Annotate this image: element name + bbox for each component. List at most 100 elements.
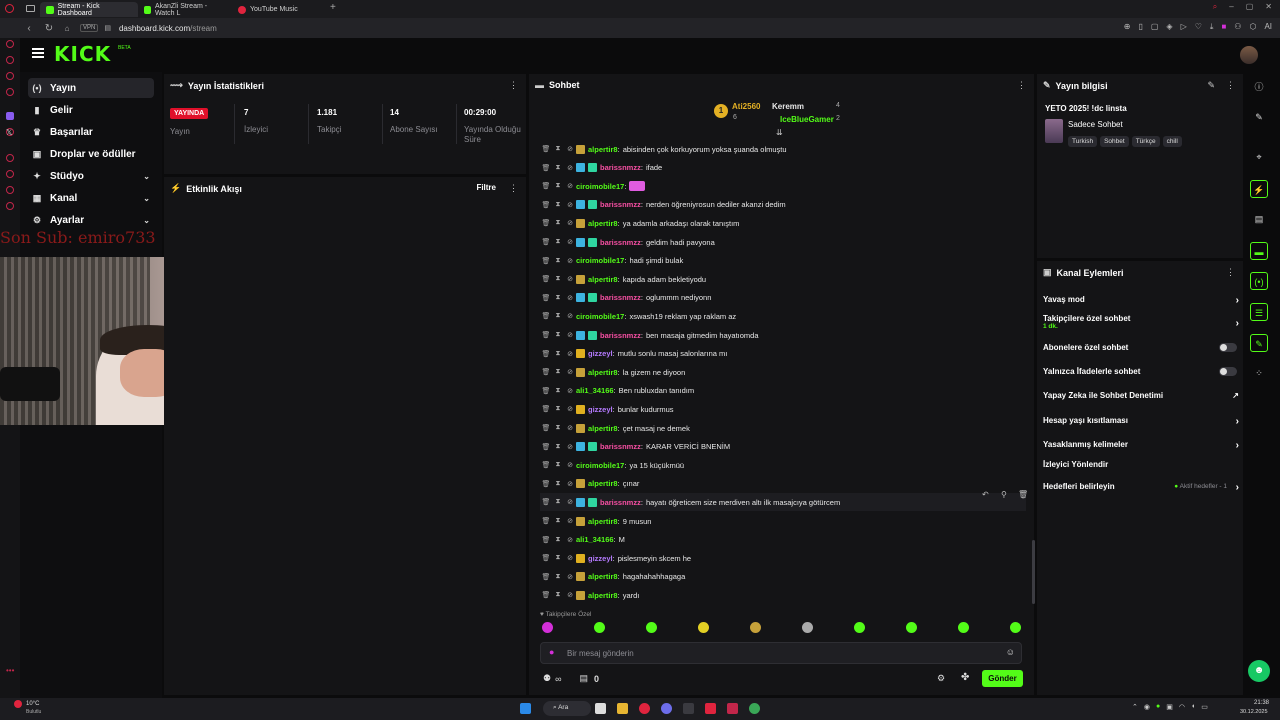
database-icon[interactable]: ☰ — [1250, 303, 1268, 321]
chat-username[interactable]: ciroimobile17 — [576, 461, 624, 470]
wifi-icon[interactable]: ◠ — [1179, 703, 1185, 711]
sidebar-item-gelir[interactable]: ▮ Gelir — [28, 100, 154, 120]
minimize-icon[interactable]: – — [1229, 2, 1233, 12]
edit-icon[interactable]: ✎ — [1250, 108, 1268, 126]
timeout-icon[interactable]: ⧗ — [552, 554, 564, 562]
chat-message[interactable]: 🗑 ⧗ ⊘ alpertir8: ya adamla arkadaşı olarak t… — [540, 214, 1026, 232]
ai-label[interactable]: AI — [1264, 22, 1272, 32]
chat-username[interactable]: barissnmzz — [600, 200, 641, 209]
delete-icon[interactable]: 🗑 — [540, 331, 552, 339]
ban-icon[interactable]: ⊘ — [564, 443, 576, 451]
zoom-icon[interactable]: ⊕ — [1124, 22, 1131, 32]
volume-icon[interactable]: ◖ — [1191, 703, 1195, 711]
shield-icon[interactable]: ◈ — [1166, 22, 1172, 32]
chat-message[interactable]: 🗑 ⧗ ⊘ ali1_34166: M — [540, 531, 1026, 549]
action-account-age[interactable]: Hesap yaşı kısıtlaması › — [1043, 416, 1239, 427]
search-tabs-icon[interactable]: ⌕ — [1213, 2, 1217, 12]
delete-icon[interactable]: 🗑 — [540, 219, 552, 227]
chat-scrollbar[interactable] — [1032, 540, 1035, 604]
close-icon[interactable]: ✕ — [1265, 2, 1272, 12]
emote-icon[interactable] — [542, 622, 553, 633]
delete-icon[interactable]: 🗑 — [540, 405, 552, 413]
tray-app-icon[interactable]: ● — [1156, 703, 1160, 711]
more-icon[interactable]: ⋮ — [1017, 80, 1026, 91]
edit-icon[interactable]: ✎ — [1207, 80, 1215, 91]
chat-username[interactable]: alpertir8 — [588, 275, 618, 284]
action-banned-words[interactable]: Yasaklanmış kelimeler › — [1043, 440, 1239, 451]
network-icon[interactable]: ◉ — [1144, 703, 1150, 711]
delete-icon[interactable]: 🗑 — [540, 257, 552, 265]
chat-input[interactable]: ● Bir mesaj gönderin ☺ — [540, 642, 1022, 664]
infinity-icon[interactable]: ∞ — [555, 674, 561, 684]
gift-icon[interactable]: ▤ — [580, 673, 589, 684]
share-icon[interactable]: ⚉ — [543, 673, 551, 684]
kick-logo[interactable]: KICK — [54, 42, 111, 66]
quick-actions-icon[interactable]: ⚡ — [1250, 180, 1268, 198]
cube-icon[interactable]: ⬡ — [1249, 22, 1256, 32]
chat-username[interactable]: alpertir8 — [588, 479, 618, 488]
top-gifter-name[interactable]: Ati2560 — [732, 102, 760, 111]
rail-more-icon[interactable]: ••• — [6, 666, 14, 675]
timeout-icon[interactable]: ⧗ — [552, 294, 564, 302]
chat-message[interactable]: 🗑 ⧗ ⊘ barissnmzz: hayatı öğreticem size merd… — [540, 493, 1026, 512]
user-icon[interactable]: ⚇ — [1234, 22, 1241, 32]
action-set-goals[interactable]: Hedefleri belirleyin ● Aktif hedefler - … — [1043, 482, 1239, 493]
delete-icon[interactable]: 🗑 — [1018, 490, 1028, 499]
timeout-icon[interactable]: ⧗ — [552, 498, 564, 506]
chat-message[interactable]: 🗑 ⧗ ⊘ alpertir8: çınar — [540, 475, 1026, 493]
tab-akanzli-stream[interactable]: AkanZli Stream - Watch L — [138, 2, 230, 17]
emote-icon[interactable] — [750, 622, 761, 633]
timeout-icon[interactable]: ⧗ — [552, 517, 564, 525]
sidebar-item-kanal[interactable]: ▦ Kanal ⌄ — [28, 188, 154, 208]
delete-icon[interactable]: 🗑 — [540, 517, 552, 525]
timeout-icon[interactable]: ⧗ — [552, 387, 564, 395]
more-icon[interactable]: ⋮ — [1226, 267, 1235, 278]
more-icon[interactable]: ⋮ — [509, 183, 518, 194]
chat-message[interactable]: 🗑 ⧗ ⊘ barissnmzz: nerden öğreniyrosun dedile… — [540, 196, 1026, 214]
chat-message[interactable]: 🗑 ⧗ ⊘ barissnmzz: oglummm nediyonn — [540, 289, 1026, 307]
ban-icon[interactable]: ⊘ — [564, 257, 576, 265]
action-slow-mode[interactable]: Yavaş mod › — [1043, 295, 1239, 306]
delete-icon[interactable]: 🗑 — [540, 461, 552, 469]
chat-message[interactable]: 🗑 ⧗ ⊘ alpertir8: kapıda adam bekletiyodu — [540, 270, 1026, 288]
chat-message[interactable]: 🗑 ⧗ ⊘ barissnmzz: KARAR VERİCİ BNENİM — [540, 438, 1026, 456]
rail-app-icon[interactable] — [6, 154, 14, 162]
chat-message[interactable]: 🗑 ⧗ ⊘ alpertir8: abisinden çok korkuyorum yo… — [540, 140, 1026, 158]
url-field[interactable]: dashboard.kick.com/stream — [119, 24, 217, 33]
chat-username[interactable]: alpertir8 — [588, 517, 618, 526]
chat-username[interactable]: ciroimobile17 — [576, 312, 624, 321]
action-subscribers-only[interactable]: Abonelere özel sohbet — [1043, 343, 1239, 352]
browser-logo-icon[interactable] — [5, 4, 14, 13]
download-icon[interactable]: ⤓ — [1210, 22, 1214, 32]
emote-icon[interactable] — [958, 622, 969, 633]
delete-icon[interactable]: 🗑 — [540, 145, 552, 153]
chat-message[interactable]: 🗑 ⧗ ⊘ ciroimobile17: hadi şimdi bulak — [540, 252, 1026, 270]
delete-icon[interactable]: 🗑 — [540, 294, 552, 302]
filter-button[interactable]: Filtre — [476, 183, 496, 192]
reply-icon[interactable]: ↶ — [982, 490, 989, 499]
heart-icon[interactable]: ♡ — [1195, 22, 1202, 32]
chat-username[interactable]: ciroimobile17 — [576, 256, 624, 265]
delete-icon[interactable]: 🗑 — [540, 350, 552, 358]
category-name[interactable]: Sadece Sohbet — [1068, 120, 1123, 129]
document-icon[interactable]: ▤ — [1250, 210, 1268, 228]
second-gifter-name[interactable]: Keremm — [772, 102, 804, 111]
broadcast-icon[interactable]: (•) — [1250, 272, 1268, 290]
chat-message-list[interactable]: 🗑 ⧗ ⊘ alpertir8: abisinden çok korkuyorum yo… — [540, 140, 1026, 608]
chat-message[interactable]: 🗑 ⧗ ⊘ barissnmzz: geldim hadi pavyona — [540, 233, 1026, 251]
chat-username[interactable]: ciroimobile17 — [576, 182, 624, 191]
category-thumbnail[interactable] — [1045, 119, 1063, 143]
wrench-icon[interactable]: ✎ — [1250, 334, 1268, 352]
chat-username[interactable]: barissnmzz — [600, 293, 641, 302]
opera-icon[interactable] — [639, 703, 650, 714]
windows-start-icon[interactable] — [520, 703, 531, 714]
action-emotes-only[interactable]: Yalnızca İfadelerle sohbet — [1043, 367, 1239, 376]
rail-app-icon[interactable] — [6, 88, 14, 96]
emote-icon[interactable] — [802, 622, 813, 633]
timeout-icon[interactable]: ⧗ — [552, 443, 564, 451]
chat-message[interactable]: 🗑 ⧗ ⊘ gizzeyl: mutlu sonlu masaj salonlarına… — [540, 345, 1026, 363]
crosshair-icon[interactable]: ⌖ — [1250, 148, 1268, 166]
rail-app-icon[interactable] — [6, 56, 14, 64]
chat-username[interactable]: alpertir8 — [588, 145, 618, 154]
chat-message[interactable]: 🗑 ⧗ ⊘ barissnmzz: ifade — [540, 159, 1026, 177]
